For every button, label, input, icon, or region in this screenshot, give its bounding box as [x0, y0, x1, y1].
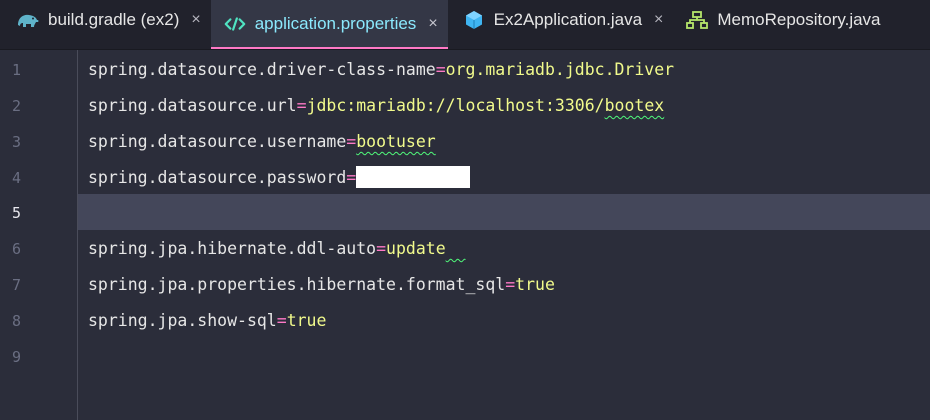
tab-build-gradle[interactable]: build.gradle (ex2) × — [0, 0, 211, 40]
line-number: 9 — [12, 348, 22, 366]
property-key: spring.jpa.hibernate.ddl-auto — [88, 239, 377, 258]
equals-sign: = — [346, 168, 357, 187]
property-value: true — [286, 311, 327, 330]
property-value: org.mariadb.jdbc.Driver — [445, 60, 675, 79]
trailing-whitespace-warning — [446, 239, 466, 258]
code-editor-window: build.gradle (ex2) × application.propert… — [0, 0, 930, 420]
equals-sign: = — [505, 275, 516, 294]
tab-label: Ex2Application.java — [493, 10, 643, 29]
code-line-4[interactable]: spring.datasource.password= — [88, 160, 471, 196]
property-key: spring.jpa.properties.hibernate.format_s… — [88, 275, 506, 294]
property-key: spring.datasource.url — [88, 96, 297, 115]
equals-sign: = — [376, 239, 387, 258]
equals-sign: = — [276, 311, 287, 330]
line-number: 6 — [12, 240, 22, 258]
structure-icon — [685, 10, 709, 30]
code-line-3[interactable]: spring.datasource.username=bootuser — [88, 124, 436, 160]
code-line-1[interactable]: spring.datasource.driver-class-name=org.… — [88, 52, 674, 88]
code-line-8[interactable]: spring.jpa.show-sql=true — [88, 303, 326, 339]
property-value: true — [515, 275, 555, 294]
equals-sign: = — [346, 132, 357, 151]
property-value-typo: bootuser — [356, 132, 436, 151]
tab-ex2application-java[interactable]: Ex2Application.java × — [448, 0, 674, 40]
tab-label: application.properties — [254, 13, 417, 33]
line-number: 7 — [12, 276, 22, 294]
property-value: update — [386, 239, 446, 258]
tab-label: MemoRepository.java — [717, 10, 881, 29]
close-icon[interactable]: × — [428, 15, 437, 32]
property-value-typo: bootex — [604, 96, 665, 115]
redacted-password-box — [356, 165, 471, 188]
gradle-elephant-icon — [16, 10, 40, 30]
cube-icon — [462, 10, 486, 30]
code-line-7[interactable]: spring.jpa.properties.hibernate.format_s… — [88, 267, 555, 303]
property-key: spring.jpa.show-sql — [88, 311, 277, 330]
line-number: 3 — [12, 133, 22, 151]
tab-label: build.gradle (ex2) — [48, 10, 180, 29]
code-line-5-cursor[interactable] — [88, 195, 918, 231]
line-number: 2 — [12, 97, 22, 115]
code-line-2[interactable]: spring.datasource.url=jdbc:mariadb://loc… — [88, 88, 664, 124]
tab-application-properties[interactable]: application.properties × — [210, 0, 448, 49]
line-number: 1 — [12, 61, 22, 79]
property-value: jdbc:mariadb://localhost:3306/ — [306, 96, 605, 115]
close-icon[interactable]: × — [654, 12, 663, 28]
line-number: 4 — [12, 169, 22, 187]
code-brackets-icon — [223, 14, 247, 34]
tab-memorepository-java[interactable]: MemoRepository.java — [673, 0, 890, 40]
equals-sign: = — [296, 96, 307, 115]
editor-tab-bar: build.gradle (ex2) × application.propert… — [0, 0, 930, 50]
close-icon[interactable]: × — [191, 12, 200, 28]
code-line-6[interactable]: spring.jpa.hibernate.ddl-auto=update — [88, 231, 466, 267]
line-number: 8 — [12, 312, 22, 330]
property-key: spring.datasource.password — [88, 168, 347, 187]
equals-sign: = — [435, 60, 446, 79]
line-number-current: 5 — [12, 204, 22, 222]
property-key: spring.datasource.driver-class-name — [88, 60, 436, 79]
property-key: spring.datasource.username — [88, 132, 347, 151]
